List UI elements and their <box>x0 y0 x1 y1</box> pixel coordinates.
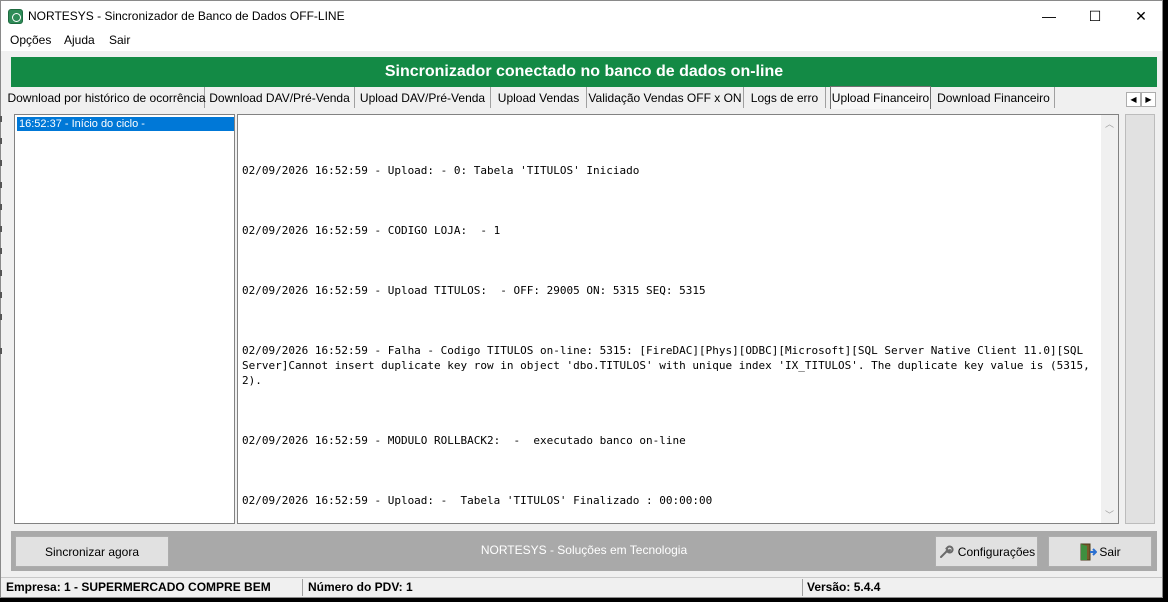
log-line: 02/09/2026 16:52:59 - Upload: - Tabela '… <box>242 494 713 507</box>
tab-validacao-vendas[interactable]: Validação Vendas OFF x ON <box>587 87 744 108</box>
menu-opcoes[interactable]: Opções <box>10 33 51 47</box>
minimize-button[interactable]: — <box>1026 1 1072 31</box>
exit-button[interactable]: Sair <box>1048 536 1152 567</box>
menu-sair[interactable]: Sair <box>109 33 130 47</box>
app-logo-icon <box>8 9 23 24</box>
log-textarea[interactable]: 02/09/2026 16:52:59 - Upload: - 0: Tabel… <box>237 114 1119 524</box>
log-line: 02/09/2026 16:52:59 - Upload TITULOS: - … <box>242 284 706 297</box>
cycle-list[interactable]: 16:52:37 - Início do ciclo - <box>14 114 235 524</box>
tab-upload-vendas[interactable]: Upload Vendas <box>491 87 587 108</box>
status-empresa: Empresa: 1 - SUPERMERCADO COMPRE BEM <box>6 580 271 594</box>
close-button[interactable]: ✕ <box>1118 1 1164 31</box>
tab-strip: Download por histórico de ocorrência Dow… <box>7 86 1157 109</box>
menu-ajuda[interactable]: Ajuda <box>64 33 95 47</box>
tab-download-historico[interactable]: Download por histórico de ocorrência <box>7 87 206 108</box>
tab-scroll-right-icon[interactable]: ▶ <box>1141 92 1156 107</box>
scroll-down-icon[interactable]: ﹀ <box>1101 506 1118 523</box>
maximize-button[interactable]: ☐ <box>1072 1 1118 31</box>
bottom-action-bar: Sincronizar agora NORTESYS - Soluções em… <box>11 531 1157 571</box>
menu-bar: Opções Ajuda Sair <box>1 31 1162 51</box>
log-line: 02/09/2026 16:52:59 - MODULO ROLLBACK2: … <box>242 434 686 447</box>
tab-download-financeiro[interactable]: Download Financeiro <box>933 87 1055 108</box>
exit-door-icon <box>1079 543 1098 561</box>
log-line: 02/09/2026 16:52:59 - Falha - Codigo TIT… <box>242 344 1097 387</box>
title-bar: NORTESYS - Sincronizador de Banco de Dad… <box>1 1 1162 31</box>
tab-upload-financeiro[interactable]: Upload Financeiro <box>830 86 931 109</box>
status-pdv: Número do PDV: 1 <box>308 580 413 594</box>
settings-button[interactable]: Configurações <box>935 536 1038 567</box>
window-title: NORTESYS - Sincronizador de Banco de Dad… <box>28 9 345 23</box>
wrench-icon <box>938 544 954 560</box>
status-versao: Versão: 5.4.4 <box>807 580 881 594</box>
tab-download-dav[interactable]: Download DAV/Pré-Venda <box>205 87 355 108</box>
log-line: 02/09/2026 16:52:59 - CODIGO LOJA: - 1 <box>242 224 501 237</box>
connection-status-text: Sincronizador conectado no banco de dado… <box>384 63 784 80</box>
connection-status-banner: Sincronizador conectado no banco de dado… <box>11 57 1157 87</box>
app-window: NORTESYS - Sincronizador de Banco de Dad… <box>0 0 1163 598</box>
status-divider <box>302 579 303 596</box>
status-bar: Empresa: 1 - SUPERMERCADO COMPRE BEM Núm… <box>1 577 1162 597</box>
status-divider <box>802 579 803 596</box>
scroll-up-icon[interactable]: ︿ <box>1101 115 1118 132</box>
window-edge-artifacts <box>0 116 6 376</box>
tab-upload-dav[interactable]: Upload DAV/Pré-Venda <box>355 87 491 108</box>
log-scrollbar[interactable]: ︿ ﹀ <box>1101 115 1118 523</box>
settings-label: Configurações <box>957 544 1036 559</box>
tab-logs-de-erro[interactable]: Logs de erro <box>744 87 826 108</box>
cycle-list-item[interactable]: 16:52:37 - Início do ciclo - <box>17 117 234 131</box>
log-content: 02/09/2026 16:52:59 - Upload: - 0: Tabel… <box>242 133 1102 553</box>
log-line: 02/09/2026 16:52:59 - Upload: - 0: Tabel… <box>242 164 640 177</box>
exit-label: Sair <box>1099 544 1121 559</box>
side-panel <box>1125 114 1155 524</box>
tab-scroll-left-icon[interactable]: ◀ <box>1126 92 1141 107</box>
